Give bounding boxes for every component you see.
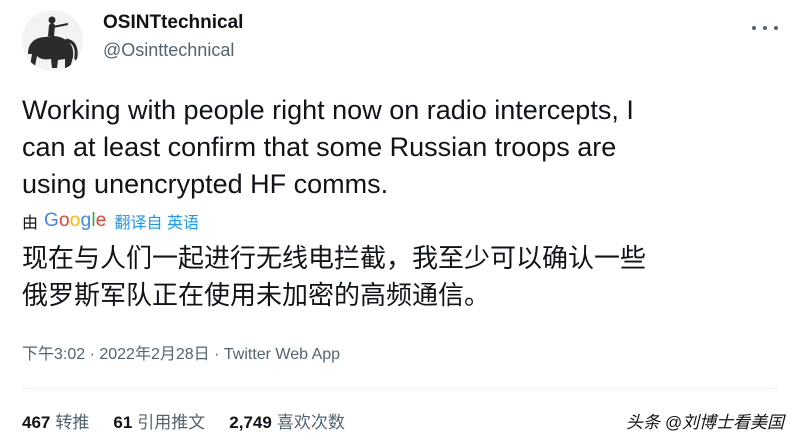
tweet-text: Working with people right now on radio i… [22,92,762,203]
likes-count: 2,749 [229,413,272,432]
author-display-name[interactable]: OSINTtechnical [103,12,243,34]
retweets-count: 467 [22,413,51,432]
tweet-text-line: can at least confirm that some Russian t… [22,132,617,162]
more-dot [752,26,756,30]
tweet-text-line: using unencrypted HF comms. [22,169,389,199]
avatar[interactable] [22,10,83,71]
translated-text: 现在与人们一起进行无线电拦截，我至少可以确认一些 俄罗斯军队正在使用未加密的高频… [22,240,782,314]
tweet-text-line: Working with people right now on radio i… [22,95,634,125]
likes-stat[interactable]: 2,749 喜欢次数 [229,408,345,433]
tweet-timestamp-source[interactable]: 下午3:02 · 2022年2月28日 · Twitter Web App [22,340,340,364]
tweet-card: OSINTtechnical @Osinttechnical Working w… [0,0,800,445]
engagement-stats: 467 转推 61 引用推文 2,749 喜欢次数 [22,408,369,433]
watermark: 头条 @刘博士看美国 [626,413,784,432]
retweets-stat[interactable]: 467 转推 [22,408,89,433]
translated-by-label: 由 [22,215,39,232]
quotes-stat[interactable]: 61 引用推文 [113,408,205,433]
more-dot [774,26,778,30]
translated-from-link[interactable]: 翻译自 英语 [115,209,199,233]
translation-attribution: 由 Google 翻译自 英语 [22,208,199,234]
divider [22,388,778,389]
avatar-elephant-soldier-icon [22,10,83,71]
likes-label: 喜欢次数 [276,413,345,432]
translated-text-line: 现在与人们一起进行无线电拦截，我至少可以确认一些 [22,243,647,273]
more-icon[interactable] [752,18,778,38]
quotes-count: 61 [113,413,133,432]
quotes-label: 引用推文 [137,413,206,432]
google-logo: Google [44,210,107,231]
more-dot [763,26,767,30]
author-handle[interactable]: @Osinttechnical [103,40,234,61]
translated-text-line: 俄罗斯军队正在使用未加密的高频通信。 [22,280,491,310]
retweets-label: 转推 [55,413,90,432]
